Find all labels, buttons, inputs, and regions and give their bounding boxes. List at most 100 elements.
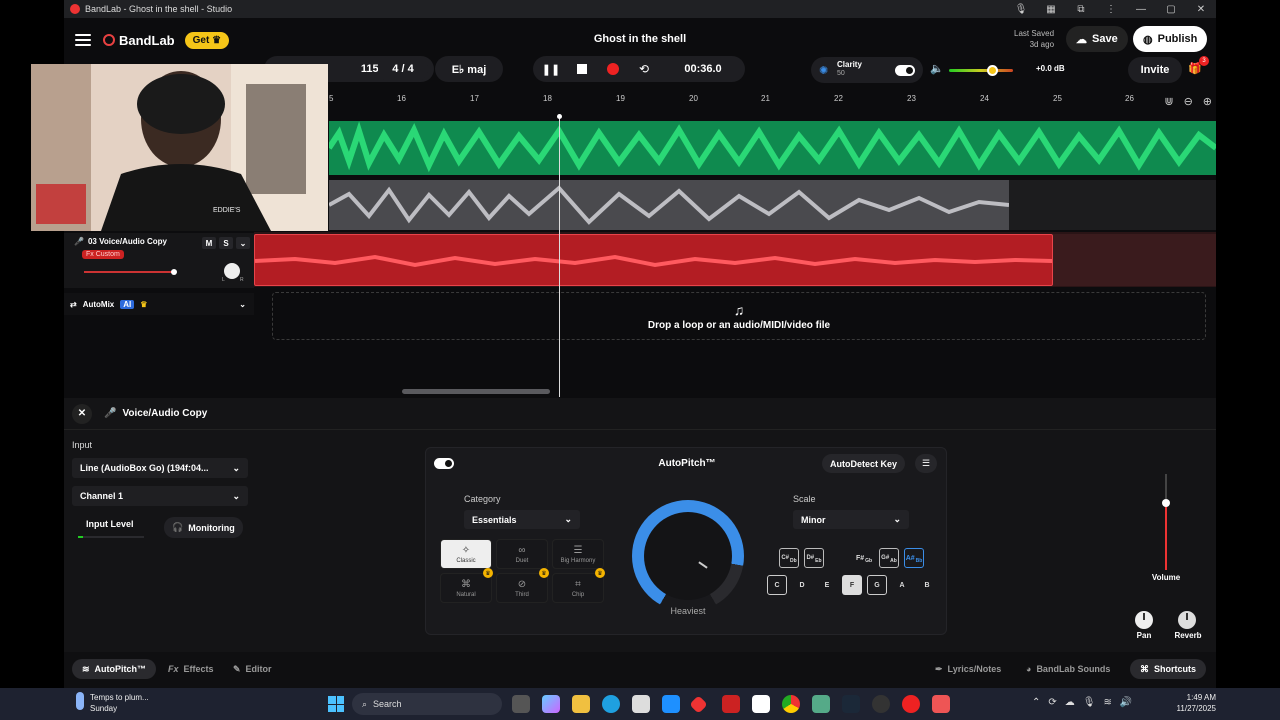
zoom-in-icon[interactable]: ⊕ bbox=[1203, 95, 1212, 108]
tab-autopitch[interactable]: ≋ AutoPitch™ bbox=[72, 659, 157, 679]
close-panel-button[interactable]: ✕ bbox=[72, 403, 92, 424]
extensions-icon[interactable]: ▦ bbox=[1036, 0, 1066, 18]
key-e[interactable]: E bbox=[817, 575, 837, 595]
track-volume-slider[interactable] bbox=[84, 269, 177, 275]
fx-preset-badge[interactable]: Fx Custom bbox=[82, 250, 124, 259]
track-name[interactable]: 03 Voice/Audio Copy bbox=[88, 237, 167, 246]
save-button[interactable]: ☁ Save bbox=[1066, 26, 1128, 52]
key-f-sharp[interactable]: F# Gb bbox=[854, 548, 874, 568]
zoom-out-icon[interactable]: ⊖ bbox=[1184, 95, 1193, 108]
automix-row[interactable]: ⇄ AutoMix AI ♛ ⌄ bbox=[64, 293, 254, 315]
tab-editor[interactable]: ✎ Editor bbox=[223, 659, 282, 679]
shortcuts-button[interactable]: ⌘ Shortcuts bbox=[1130, 659, 1207, 679]
gray-audio-region[interactable] bbox=[329, 180, 1009, 230]
steam-icon[interactable] bbox=[842, 695, 860, 713]
invite-button[interactable]: Invite bbox=[1128, 57, 1182, 83]
drop-zone[interactable]: ♫ Drop a loop or an audio/MIDI/video fil… bbox=[272, 292, 1206, 340]
more-menu-icon[interactable]: ⋮ bbox=[1096, 0, 1126, 18]
get-membership-button[interactable]: Get ♛ bbox=[184, 31, 230, 49]
key-d-sharp[interactable]: D# Eb bbox=[804, 548, 824, 568]
voice-audio-region[interactable] bbox=[254, 234, 1053, 286]
horizontal-scrollbar[interactable] bbox=[402, 389, 550, 394]
menu-icon[interactable] bbox=[75, 34, 91, 46]
chevron-down-icon[interactable]: ⌄ bbox=[239, 300, 246, 309]
loop-icon[interactable]: ⟲ bbox=[635, 60, 653, 78]
microphone-icon[interactable]: 🎙 bbox=[1006, 0, 1036, 18]
preset-third[interactable]: ⊘ Third bbox=[496, 573, 548, 603]
close-window-button[interactable]: ✕ bbox=[1186, 0, 1216, 18]
clock[interactable]: 1:49 AM 11/27/2025 bbox=[1177, 692, 1216, 714]
pause-button[interactable]: ❚❚ bbox=[542, 60, 560, 78]
minimize-button[interactable]: — bbox=[1126, 0, 1156, 18]
key-a[interactable]: A bbox=[892, 575, 912, 595]
tab-lyrics-notes[interactable]: ✒ Lyrics/Notes bbox=[925, 659, 1011, 679]
key-g[interactable]: G bbox=[867, 575, 887, 595]
app-icon-3[interactable] bbox=[932, 695, 950, 713]
clarity-toggle[interactable] bbox=[895, 65, 915, 76]
key-c[interactable]: C bbox=[767, 575, 787, 595]
key-a-sharp[interactable]: A# Bb bbox=[904, 548, 924, 568]
record-button[interactable] bbox=[604, 60, 622, 78]
chevron-down-icon[interactable]: ⌄ bbox=[236, 237, 250, 249]
voice-track-header[interactable]: 🎤 03 Voice/Audio Copy M S ⌄ Fx Custom L … bbox=[64, 233, 254, 288]
key-b[interactable]: B bbox=[917, 575, 937, 595]
channel-select[interactable]: Channel 1 ⌄ bbox=[72, 486, 248, 506]
key-d[interactable]: D bbox=[792, 575, 812, 595]
playhead[interactable] bbox=[557, 114, 562, 397]
minecraft-icon[interactable] bbox=[812, 695, 830, 713]
scale-select[interactable]: Minor ⌄ bbox=[793, 510, 909, 529]
sliders-icon[interactable]: ☰ bbox=[915, 454, 937, 473]
solo-button[interactable]: S bbox=[219, 237, 233, 249]
monitoring-button[interactable]: 🎧 Monitoring bbox=[164, 517, 243, 538]
autodetect-key-button[interactable]: AutoDetect Key bbox=[822, 454, 906, 473]
pan-knob[interactable] bbox=[1135, 611, 1153, 629]
bandlab-taskbar-icon[interactable] bbox=[902, 695, 920, 713]
preset-natural[interactable]: ⌘ Natural bbox=[440, 573, 492, 603]
taskbar-search[interactable]: ⌕ Search bbox=[352, 693, 502, 715]
youtube-icon[interactable] bbox=[722, 695, 740, 713]
windows-start-icon[interactable] bbox=[328, 696, 344, 712]
preset-big-harmony[interactable]: ☰ Big Harmony bbox=[552, 539, 604, 569]
key-f[interactable]: F bbox=[842, 575, 862, 595]
preset-classic[interactable]: ✧ Classic bbox=[440, 539, 492, 569]
reverb-knob[interactable] bbox=[1178, 611, 1196, 629]
category-select[interactable]: Essentials ⌄ bbox=[464, 510, 580, 529]
track-pan-knob[interactable] bbox=[224, 263, 240, 279]
track-volume-fader[interactable] bbox=[1162, 474, 1170, 570]
copilot-icon[interactable] bbox=[542, 695, 560, 713]
time-signature[interactable]: 4 / 4 bbox=[378, 56, 428, 82]
key-c-sharp[interactable]: C# Db bbox=[779, 548, 799, 568]
task-view-icon[interactable] bbox=[512, 695, 530, 713]
cloud-icon[interactable]: ☁ bbox=[1065, 697, 1075, 708]
app-icon[interactable] bbox=[662, 695, 680, 713]
app-diamond-icon[interactable] bbox=[689, 695, 708, 714]
bandlab-logo[interactable]: BandLab bbox=[103, 33, 175, 48]
key-selector[interactable]: E♭ maj bbox=[435, 56, 503, 82]
chrome-icon[interactable] bbox=[782, 695, 800, 713]
maximize-button[interactable]: ▢ bbox=[1156, 0, 1186, 18]
publish-button[interactable]: ◍ Publish bbox=[1133, 26, 1208, 52]
input-device-select[interactable]: Line (AudioBox Go) (194f:04... ⌄ bbox=[72, 458, 248, 478]
puzzle-icon[interactable]: ⧉ bbox=[1066, 0, 1096, 18]
store-icon[interactable] bbox=[632, 695, 650, 713]
timeline-ruler[interactable]: 5 16 17 18 19 20 21 22 23 24 25 26 bbox=[329, 92, 1216, 106]
key-g-sharp[interactable]: G# Ab bbox=[879, 548, 899, 568]
app-icon-2[interactable] bbox=[872, 695, 890, 713]
volume-icon[interactable]: 🔊 bbox=[1120, 697, 1132, 708]
file-explorer-icon[interactable] bbox=[572, 695, 590, 713]
speaker-icon[interactable]: 🔈 bbox=[930, 62, 944, 75]
bank-icon[interactable] bbox=[752, 695, 770, 713]
preset-duet[interactable]: ∞ Duet bbox=[496, 539, 548, 569]
wifi-icon[interactable]: ≋ bbox=[1103, 697, 1111, 708]
preset-chip[interactable]: ⌗ Chip bbox=[552, 573, 604, 603]
chevron-up-icon[interactable]: ⌃ bbox=[1032, 697, 1040, 708]
tab-bandlab-sounds[interactable]: ◕ BandLab Sounds bbox=[1016, 659, 1120, 679]
master-volume-slider[interactable] bbox=[949, 65, 1013, 76]
intensity-dial[interactable] bbox=[632, 500, 744, 612]
mute-button[interactable]: M bbox=[202, 237, 216, 249]
mic-tray-icon[interactable]: 🎙 bbox=[1083, 697, 1096, 708]
green-audio-region[interactable] bbox=[329, 121, 1216, 175]
magnet-icon[interactable]: ⋓ bbox=[1164, 95, 1173, 108]
tab-effects[interactable]: Fx Effects bbox=[158, 659, 224, 679]
sync-icon[interactable]: ⟳ bbox=[1048, 697, 1056, 708]
